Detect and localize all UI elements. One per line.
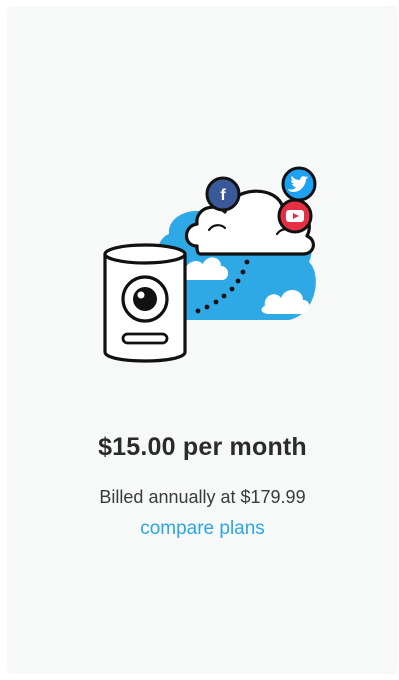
cloud-camera-illustration: f bbox=[103, 166, 317, 363]
svg-text:f: f bbox=[220, 187, 226, 204]
billing-note: Billed annually at $179.99 bbox=[99, 487, 306, 507]
plan-card: f $15.00 per month Billed annually at $1… bbox=[7, 6, 398, 674]
compare-plans-link[interactable]: compare plans bbox=[7, 518, 398, 540]
facebook-icon: f bbox=[205, 176, 241, 212]
camera-icon bbox=[103, 243, 187, 363]
youtube-icon bbox=[277, 198, 313, 234]
plan-price: $15.00 per month bbox=[98, 433, 307, 461]
twitter-icon bbox=[281, 166, 317, 202]
